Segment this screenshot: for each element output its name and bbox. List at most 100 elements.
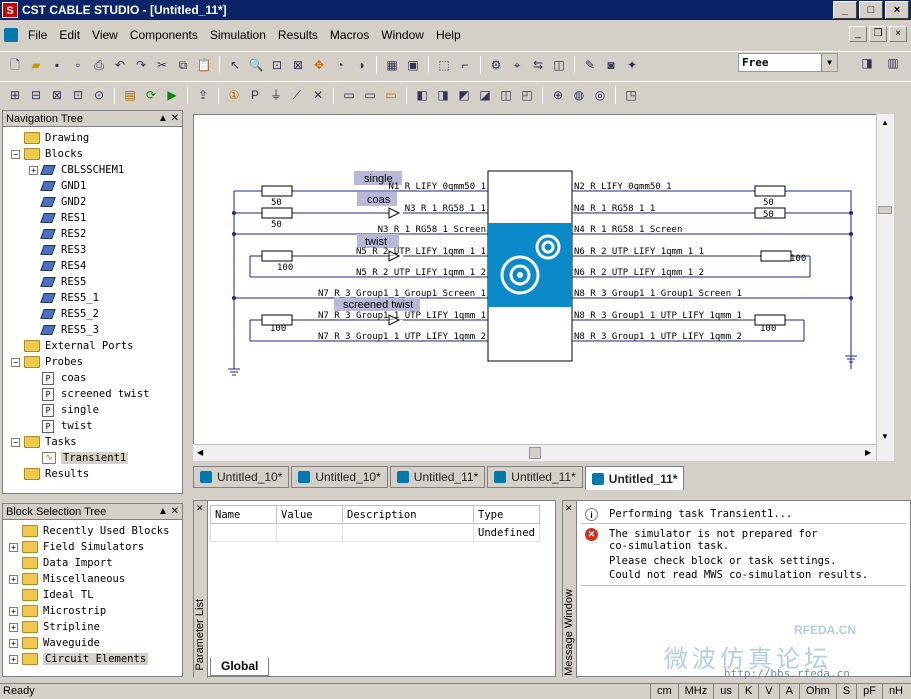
copy-icon[interactable]: ⧉	[174, 56, 192, 74]
menu-file[interactable]: File	[22, 28, 53, 42]
column-value[interactable]: Value	[276, 505, 343, 524]
menu-results[interactable]: Results	[272, 28, 324, 42]
tree-item-drawing[interactable]: Drawing	[11, 130, 89, 146]
pin-close-icon[interactable]: ✕	[196, 503, 204, 514]
port-5-icon[interactable]: ◫	[497, 86, 515, 104]
tree-item-stripline[interactable]: + Stripline	[9, 619, 100, 635]
save-icon[interactable]: ▪	[48, 56, 66, 74]
tree-item-circuit-elements[interactable]: + Circuit Elements	[9, 651, 149, 667]
scroll-thumb[interactable]	[529, 447, 541, 459]
expand-icon[interactable]: +	[29, 165, 38, 175]
tree-item-block[interactable]: RES5_3	[40, 322, 99, 338]
maximize-button[interactable]: □	[859, 1, 883, 19]
tab-global[interactable]: Global	[210, 658, 270, 676]
play-icon[interactable]: ▶	[163, 86, 181, 104]
pan-icon[interactable]: ✥	[310, 56, 328, 74]
tree-item-block[interactable]: GND2	[40, 194, 86, 210]
tree-item-block[interactable]: RES2	[40, 226, 86, 242]
collapse-icon[interactable]: −	[11, 149, 20, 159]
unit-voltage[interactable]: V	[758, 684, 778, 699]
tree-item-block[interactable]: RES5	[40, 274, 86, 290]
resistor-r2[interactable]	[261, 207, 293, 219]
menu-view[interactable]: View	[86, 28, 124, 42]
zoom-icon[interactable]: 🔍	[247, 56, 265, 74]
port-4-icon[interactable]: ◪	[476, 86, 494, 104]
cut-icon[interactable]: ✂	[153, 56, 171, 74]
tree-item-data-import[interactable]: Data Import	[9, 555, 113, 571]
tab-untitled-10b[interactable]: Untitled_10*	[291, 466, 388, 488]
tree-item-recent[interactable]: Recently Used Blocks	[9, 523, 169, 539]
tree-item-probes[interactable]: − Probes	[11, 354, 83, 370]
menu-simulation[interactable]: Simulation	[204, 28, 272, 42]
zoom-box-icon[interactable]: ⊠	[289, 56, 307, 74]
scroll-down-icon[interactable]: ▼	[881, 432, 889, 441]
menu-components[interactable]: Components	[124, 28, 204, 42]
tree-item-block[interactable]: RES5_2	[40, 306, 99, 322]
resistor-r3[interactable]	[261, 250, 293, 262]
table-row[interactable]: Undefined	[210, 523, 540, 542]
collapse-icon[interactable]: −	[11, 357, 20, 367]
pin-close-icon[interactable]: ▲ ✕	[158, 504, 179, 520]
tab-untitled-11-active[interactable]: Untitled_11*	[584, 466, 685, 490]
expand-icon[interactable]: +	[9, 606, 18, 616]
menu-window[interactable]: Window	[375, 28, 430, 42]
probe-icon[interactable]: P	[246, 86, 264, 104]
refresh-icon[interactable]: ⟳	[142, 86, 160, 104]
view-icon[interactable]: ◑	[352, 56, 370, 74]
pin-close-icon[interactable]: ▲ ✕	[158, 111, 179, 127]
menu-macros[interactable]: Macros	[324, 28, 375, 42]
schematic-canvas[interactable]: 50 50 100 100 50 50 100 100 single coas …	[193, 114, 894, 461]
brush-icon[interactable]: ✎	[581, 56, 599, 74]
ground-icon[interactable]: ⏚	[267, 86, 285, 104]
tree-item-waveguide[interactable]: + Waveguide	[9, 635, 100, 651]
column-description[interactable]: Description	[342, 505, 474, 524]
frame-icon[interactable]: ⬚	[435, 56, 453, 74]
unit-conductance[interactable]: S	[835, 684, 856, 699]
mdi-restore-icon[interactable]: ❐	[869, 26, 887, 42]
tree-item-probe[interactable]: Ptwist	[42, 418, 93, 434]
pin-close-icon[interactable]: ✕	[565, 503, 573, 514]
tree-item-ideal-tl[interactable]: Ideal TL	[9, 587, 94, 603]
menu-help[interactable]: Help	[430, 28, 467, 42]
component-3-icon[interactable]: ⊠	[48, 86, 66, 104]
print-icon[interactable]: ⎙	[90, 56, 108, 74]
block-a-icon[interactable]: ▭	[340, 86, 358, 104]
component-1-icon[interactable]: ⊞	[6, 86, 24, 104]
tree-item-probe[interactable]: Psingle	[42, 402, 99, 418]
rotate-icon[interactable]: ◔	[331, 56, 349, 74]
probe-label-screened[interactable]: screened twist	[343, 299, 413, 311]
tree-item-miscellaneous[interactable]: + Miscellaneous	[9, 571, 125, 587]
tree-item-task[interactable]: ∿ Transient1	[42, 450, 129, 466]
component-5-icon[interactable]: ⊙	[90, 86, 108, 104]
wand-icon[interactable]: ✦	[623, 56, 641, 74]
unit-frequency[interactable]: MHz	[677, 684, 714, 699]
paste-icon[interactable]: 📋	[195, 56, 213, 74]
unit-current[interactable]: A	[778, 684, 799, 699]
calc-icon[interactable]: ▤	[121, 86, 139, 104]
menu-edit[interactable]: Edit	[53, 28, 86, 42]
tree-item-microstrip[interactable]: + Microstrip	[9, 603, 106, 619]
mdi-minimize-icon[interactable]: _	[849, 26, 867, 42]
unit-time[interactable]: us	[713, 684, 738, 699]
tree-item-results[interactable]: Results	[11, 466, 89, 482]
mirror-icon[interactable]: ⇆	[529, 56, 547, 74]
one-icon[interactable]: ①	[225, 86, 243, 104]
port-3-icon[interactable]: ◩	[455, 86, 473, 104]
scroll-left-icon[interactable]: ◀	[197, 448, 203, 457]
scroll-up-icon[interactable]: ▲	[881, 118, 889, 127]
select-arrow-icon[interactable]: ↖	[226, 56, 244, 74]
camera-icon[interactable]: ◙	[602, 56, 620, 74]
tree-item-field-simulators[interactable]: + Field Simulators	[9, 539, 144, 555]
resistor-r5[interactable]	[754, 185, 786, 197]
split-view-icon[interactable]: ▥	[884, 54, 902, 72]
scroll-right-icon[interactable]: ▶	[865, 448, 871, 457]
unit-inductance[interactable]: nH	[881, 684, 909, 699]
open-icon[interactable]: ▰	[27, 56, 45, 74]
horizontal-scrollbar[interactable]: ◀ ▶	[193, 444, 876, 461]
expand-icon[interactable]: +	[9, 574, 18, 584]
bracket-icon[interactable]: ⌐	[456, 56, 474, 74]
layers-icon[interactable]: ◎	[591, 86, 609, 104]
resistor-r7[interactable]	[760, 250, 792, 262]
mdi-close-icon[interactable]: ×	[889, 26, 907, 42]
tab-untitled-11b[interactable]: Untitled_11*	[487, 466, 583, 488]
